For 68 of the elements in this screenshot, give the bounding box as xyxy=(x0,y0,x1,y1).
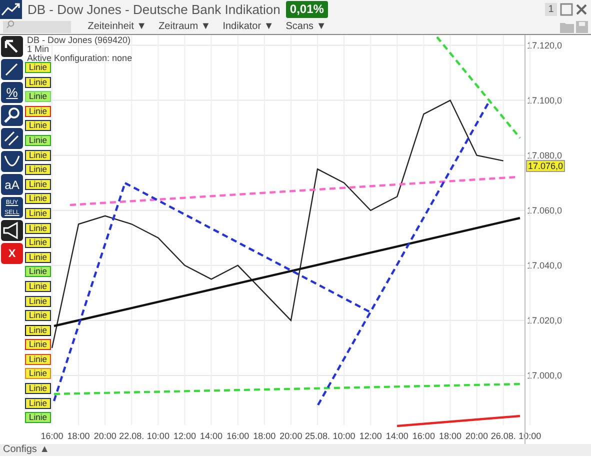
drawing-label[interactable]: Linie xyxy=(25,280,51,292)
current-price-label: 17.076,0 xyxy=(526,160,566,172)
axis-label: 16:00 xyxy=(40,431,64,441)
axis-label: 12:00 xyxy=(359,431,382,441)
drawing-label[interactable]: Linie xyxy=(25,324,51,336)
axis-label: 10:00 xyxy=(146,431,170,441)
drawing-label[interactable]: Linie xyxy=(25,398,51,409)
drawing-label[interactable]: Linie xyxy=(25,150,51,161)
drawing-label[interactable]: Linie xyxy=(25,120,51,132)
chart-info-text: DB - Dow Jones (969420) xyxy=(27,36,132,45)
drawing-label[interactable]: Linie xyxy=(25,266,51,278)
axis-label: 16:00 xyxy=(226,431,250,441)
search-field[interactable] xyxy=(2,21,71,33)
drawing-label[interactable]: Linie xyxy=(25,354,51,365)
axis-label: 14:00 xyxy=(200,431,223,441)
percent-tool-button[interactable]: % xyxy=(1,82,23,103)
configs-button[interactable]: Configs ▲ xyxy=(3,444,50,455)
parallel-lines-tool-button[interactable] xyxy=(1,128,23,149)
menu-button[interactable]: Zeitraum ▼ xyxy=(152,20,217,34)
drawing-label[interactable]: Linie xyxy=(25,412,51,424)
drawing-label[interactable]: Linie xyxy=(25,134,51,146)
drawing-label[interactable]: Linie xyxy=(25,383,51,394)
drawing-label[interactable]: Linie xyxy=(25,91,51,102)
window-number-button[interactable]: 1 xyxy=(545,3,557,16)
axis-label: 10:00 xyxy=(332,431,356,441)
chart-info-text: Aktive Konfiguration: none xyxy=(27,54,132,63)
curve-tool-button[interactable] xyxy=(1,151,23,172)
axis-label: 20:00 xyxy=(94,431,116,441)
change-badge: 0,01% xyxy=(286,1,328,18)
axis-label: 20:00 xyxy=(466,431,488,441)
drawing-label[interactable]: Linie xyxy=(25,193,51,204)
menu-button[interactable]: Zeiteinheit ▼ xyxy=(82,20,153,34)
window-title: DB - Dow Jones - Deutsche Bank Indikation xyxy=(28,1,280,19)
chart-info-text: 1 Min xyxy=(27,45,50,54)
menu-button[interactable]: Indikator ▼ xyxy=(216,20,280,34)
menu-button[interactable]: Scans ▼ xyxy=(280,20,332,34)
drawing-label[interactable]: Linie xyxy=(25,368,51,380)
drawing-label[interactable]: Linie xyxy=(25,222,51,234)
text-tool-button[interactable]: aA xyxy=(1,174,23,195)
drawing-label[interactable]: Linie xyxy=(25,339,51,350)
drawing-label[interactable]: Linie xyxy=(25,106,51,117)
drawing-label[interactable]: Linie xyxy=(25,76,51,88)
search-tool-button[interactable] xyxy=(1,105,23,126)
delete-button[interactable]: X xyxy=(1,243,23,264)
axis-label: 14:00 xyxy=(386,431,408,441)
axis-label: 18:00 xyxy=(67,431,90,441)
axis-label: 12:00 xyxy=(173,431,196,441)
drawing-label[interactable]: Linie xyxy=(25,237,51,248)
drawing-label[interactable]: Linie xyxy=(25,310,51,322)
drawing-label[interactable]: Linie xyxy=(25,164,51,176)
axis-label: 18:00 xyxy=(438,431,462,441)
close-icon[interactable] xyxy=(575,3,588,16)
drawing-label[interactable]: Linie xyxy=(25,62,51,73)
drawing-label[interactable]: Linie xyxy=(25,296,51,306)
axis-label: 26.08. xyxy=(490,431,516,441)
axis-label: 16:00 xyxy=(412,431,435,441)
pointer-tool-button[interactable] xyxy=(1,36,23,57)
line-tool-button[interactable] xyxy=(1,59,23,80)
maximize-icon[interactable] xyxy=(560,3,572,16)
drawing-label[interactable]: Linie xyxy=(25,178,51,190)
megaphone-tool-button[interactable] xyxy=(1,220,23,241)
axis-label: 22.08. xyxy=(119,431,144,441)
axis-label: 20:00 xyxy=(280,431,302,441)
axis-label: 18:00 xyxy=(253,431,276,441)
axis-label: 25.08. xyxy=(304,431,330,441)
drawing-label[interactable]: Linie xyxy=(25,208,51,219)
drawing-label[interactable]: Linie xyxy=(25,252,51,263)
search-icon xyxy=(6,20,15,30)
